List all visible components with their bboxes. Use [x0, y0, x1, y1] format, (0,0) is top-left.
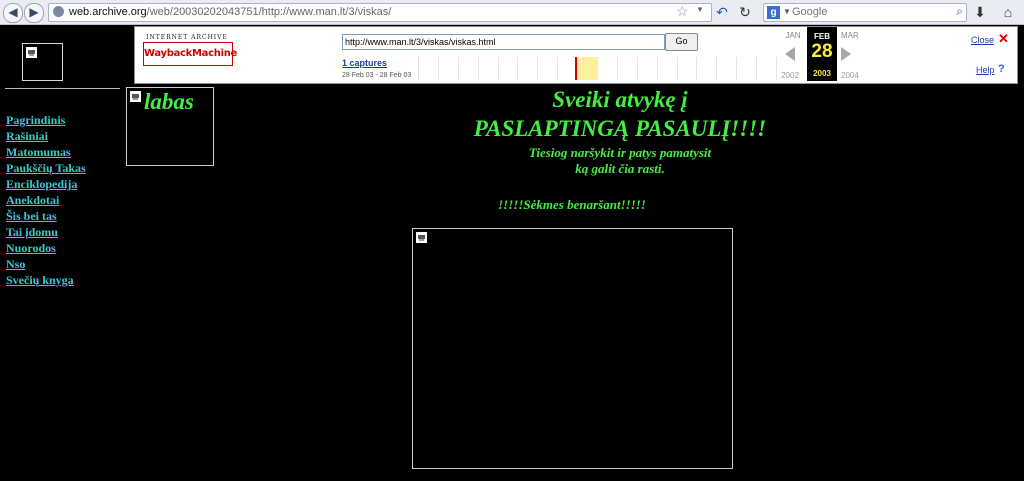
wayback-url-input[interactable]: [342, 34, 665, 50]
nav-link-nso[interactable]: Nso: [6, 256, 86, 272]
welcome-headline: Sveiki atvykę į PASLAPTINGĄ PASAULĮ!!!!: [340, 86, 900, 143]
search-icon[interactable]: ⌕: [956, 4, 963, 19]
download-icon[interactable]: ⬇: [972, 4, 988, 20]
capture-date-range: 28 Feb 03 - 28 Feb 03: [342, 72, 412, 79]
search-input[interactable]: [792, 5, 942, 19]
headline-line-2: PASLAPTINGĄ PASAULĮ!!!!: [473, 116, 767, 141]
help-link[interactable]: Help: [976, 65, 995, 75]
back-button[interactable]: ◀: [3, 3, 23, 23]
subheadline-line-2: ką galit čia rasti.: [575, 161, 665, 176]
next-capture-arrow-icon[interactable]: [841, 47, 851, 61]
nav-link-nuorodos[interactable]: Nuorodos: [6, 240, 86, 256]
captures-link[interactable]: 1 captures: [342, 58, 387, 68]
prev-month-label: JAN: [785, 31, 801, 40]
capture-marker: [575, 57, 578, 80]
broken-image-icon: [26, 47, 37, 58]
forward-button[interactable]: ▶: [24, 3, 44, 23]
capture-sparkline[interactable]: [418, 57, 778, 80]
headline-line-1: Sveiki atvykę į: [552, 87, 688, 112]
subheadline-line-1: Tiesiog naršykit ir patys pamatysit: [528, 145, 712, 160]
nav-link-pagrindinis[interactable]: Pagrindinis: [6, 112, 86, 128]
globe-icon: [53, 6, 64, 17]
go-button[interactable]: Go: [665, 33, 698, 51]
prev-capture-arrow-icon[interactable]: [785, 47, 795, 61]
prev-year-label: 2002: [781, 71, 799, 80]
broken-image-icon: [416, 232, 427, 243]
subheadline: Tiesiog naršykit ir patys pamatysit ką g…: [420, 145, 820, 177]
nav-link-enciklopedija[interactable]: Enciklopedija: [6, 176, 86, 192]
current-capture-date: FEB 28 2003: [807, 27, 837, 81]
nav-link-tai-idomu[interactable]: Tai įdomu: [6, 224, 86, 240]
current-year-cell: [575, 57, 599, 80]
main-image: [412, 228, 733, 469]
search-bar[interactable]: g ▼ ⌕: [763, 3, 967, 22]
next-month-label: MAR: [841, 31, 859, 40]
google-icon[interactable]: g: [767, 6, 780, 19]
divider: [5, 88, 120, 89]
good-luck-text: !!!!!Sėkmes benaršant!!!!!: [498, 197, 646, 212]
next-year-label: 2004: [841, 71, 859, 80]
site-logo-image[interactable]: [22, 43, 63, 81]
wayback-toolbar: INTERNET ARCHIVE WaybackMachine Go 1 cap…: [134, 26, 1018, 84]
refresh-icon[interactable]: ↻: [737, 4, 753, 20]
address-bar[interactable]: web.archive.org/web/20030202043751/http:…: [48, 3, 712, 22]
address-text: web.archive.org/web/20030202043751/http:…: [69, 6, 392, 18]
nav-link-matomumas[interactable]: Matomumas: [6, 144, 86, 160]
nav-link-pauksciu-takas[interactable]: Paukščių Takas: [6, 160, 86, 176]
wayback-logo[interactable]: INTERNET ARCHIVE WaybackMachine: [143, 34, 237, 67]
close-icon[interactable]: ✕: [998, 31, 1009, 47]
close-link[interactable]: Close: [971, 35, 994, 45]
broken-image-icon: [130, 91, 141, 102]
reload-icon[interactable]: ↶: [714, 4, 730, 20]
labas-image: labas: [126, 87, 214, 166]
home-icon[interactable]: ⌂: [1000, 4, 1016, 20]
nav-link-sis-bei-tas[interactable]: Šis bei tas: [6, 208, 86, 224]
nav-link-sveciu-knyga[interactable]: Svečių knyga: [6, 272, 86, 288]
labas-alt-text: labas: [144, 89, 194, 114]
history-dropdown-icon[interactable]: ▼: [696, 5, 704, 14]
nav-link-rasiniai[interactable]: Rašiniai: [6, 128, 86, 144]
help-icon[interactable]: ?: [998, 63, 1005, 75]
nav-link-anekdotai[interactable]: Anekdotai: [6, 192, 86, 208]
bookmark-star-icon[interactable]: ☆: [676, 2, 689, 20]
search-engine-dropdown-icon[interactable]: ▼: [783, 7, 791, 16]
browser-toolbar: ◀ ▶ web.archive.org/web/20030202043751/h…: [0, 0, 1024, 25]
site-nav: Pagrindinis Rašiniai Matomumas Paukščių …: [6, 112, 86, 288]
